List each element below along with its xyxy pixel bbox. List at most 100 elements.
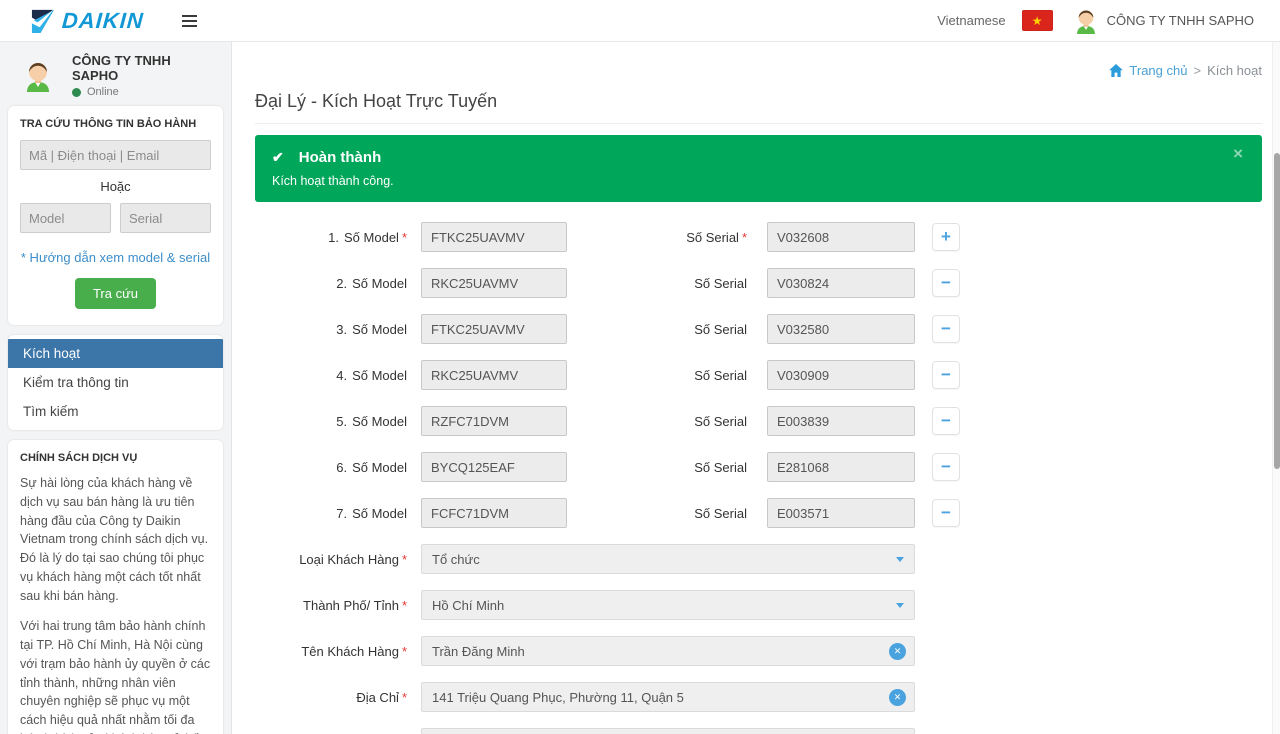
header-user-avatar[interactable]	[1073, 8, 1099, 34]
serial-label-text: Số Serial	[694, 506, 747, 521]
address-input[interactable]: 141 Triệu Quang Phục, Phường 11, Quận 5 …	[421, 682, 915, 712]
model-label: 7.Số Model	[255, 506, 407, 521]
model-label-text: Số Model	[344, 230, 399, 245]
clear-glyph: ✕	[894, 646, 902, 656]
model-serial-row: 5.Số Model Số Serial −	[255, 406, 1262, 436]
minus-icon: −	[941, 503, 951, 522]
city-label: Thành Phố/ Tỉnh*	[255, 598, 407, 613]
serial-input[interactable]	[767, 452, 915, 482]
serial-label: Số Serial	[567, 322, 747, 337]
row-index: 4.	[336, 368, 347, 383]
model-label: 2.Số Model	[255, 276, 407, 291]
success-alert: × ✔ Hoàn thành Kích hoạt thành công.	[255, 135, 1262, 202]
selected-value: Tổ chức	[432, 552, 480, 567]
serial-input[interactable]	[767, 268, 915, 298]
model-serial-guide-link[interactable]: * Hướng dẫn xem model & serial	[20, 250, 211, 265]
brand-text: DAIKIN	[61, 8, 145, 34]
sidebar-menu: Kích hoạt Kiểm tra thông tin Tìm kiếm	[8, 335, 223, 430]
sidebar-item-kiem-tra-thong-tin[interactable]: Kiểm tra thông tin	[8, 368, 223, 397]
model-serial-row: 6.Số Model Số Serial −	[255, 452, 1262, 482]
remove-row-button[interactable]: −	[932, 407, 960, 435]
language-selector[interactable]: Vietnamese	[937, 13, 1005, 28]
serial-input[interactable]	[767, 222, 915, 252]
model-serial-row: 1.Số Model* Số Serial* +	[255, 222, 1262, 252]
serial-label-text: Số Serial	[694, 414, 747, 429]
serial-input[interactable]	[767, 406, 915, 436]
chevron-down-icon	[896, 557, 904, 562]
title-divider	[255, 123, 1262, 124]
serial-label-text: Số Serial	[694, 322, 747, 337]
remove-row-button[interactable]: −	[932, 269, 960, 297]
city-select[interactable]: Hồ Chí Minh	[421, 590, 915, 620]
field-label-text: Tên Khách Hàng	[301, 644, 399, 659]
close-icon[interactable]: ×	[1227, 144, 1249, 163]
serial-input[interactable]	[767, 498, 915, 528]
vietnam-flag-icon[interactable]: ★	[1022, 10, 1053, 31]
required-asterisk: *	[742, 230, 747, 245]
field-label-text: Địa Chỉ	[356, 690, 399, 705]
plus-icon: +	[941, 227, 951, 246]
model-input[interactable]	[421, 452, 567, 482]
check-icon: ✔	[272, 149, 284, 166]
sidebar-user-avatar	[22, 60, 54, 92]
clear-field-icon[interactable]: ✕	[889, 643, 906, 660]
serial-label: Số Serial*	[567, 230, 747, 245]
add-row-button[interactable]: +	[932, 223, 960, 251]
vertical-scrollbar[interactable]	[1272, 42, 1280, 734]
field-value: Trần Đăng Minh	[432, 644, 525, 659]
required-asterisk: *	[402, 230, 407, 245]
serial-label: Số Serial	[567, 506, 747, 521]
row-index: 6.	[336, 460, 347, 475]
model-input[interactable]	[421, 406, 567, 436]
required-asterisk: *	[402, 552, 407, 567]
sidebar-item-tim-kiem[interactable]: Tìm kiếm	[8, 397, 223, 426]
policy-paragraph: Sự hài lòng của khách hàng về dịch vụ sa…	[20, 474, 211, 605]
field-label-text: Loại Khách Hàng	[299, 552, 399, 567]
alert-title: Hoàn thành	[299, 149, 382, 166]
lookup-serial-input[interactable]	[120, 203, 211, 233]
serial-label-text: Số Serial	[694, 368, 747, 383]
row-index: 5.	[336, 414, 347, 429]
daikin-logo[interactable]: DAIKIN	[30, 8, 144, 34]
model-label: 1.Số Model*	[255, 230, 407, 245]
sidebar: CÔNG TY TNHH SAPHO Online TRA CỨU THÔNG …	[0, 42, 232, 734]
serial-label-text: Số Serial	[694, 460, 747, 475]
model-input[interactable]	[421, 268, 567, 298]
model-input[interactable]	[421, 314, 567, 344]
hamburger-menu-icon[interactable]	[178, 11, 201, 31]
remove-row-button[interactable]: −	[932, 453, 960, 481]
customer-name-label: Tên Khách Hàng*	[255, 644, 407, 659]
breadcrumb: Trang chủ > Kích hoạt	[255, 63, 1262, 78]
model-input[interactable]	[421, 360, 567, 390]
lookup-model-input[interactable]	[20, 203, 111, 233]
lookup-search-button[interactable]: Tra cứu	[75, 278, 156, 309]
customer-name-input[interactable]: Trần Đăng Minh ✕	[421, 636, 915, 666]
next-field-input[interactable]	[421, 728, 915, 734]
serial-label-text: Số Serial	[694, 276, 747, 291]
minus-icon: −	[941, 365, 951, 384]
clear-field-icon[interactable]: ✕	[889, 689, 906, 706]
next-field-row-partial	[255, 728, 1262, 734]
breadcrumb-home-link[interactable]: Trang chủ	[1129, 63, 1187, 78]
serial-input[interactable]	[767, 360, 915, 390]
model-label: 6.Số Model	[255, 460, 407, 475]
serial-input[interactable]	[767, 314, 915, 344]
model-label: 4.Số Model	[255, 368, 407, 383]
field-value: 141 Triệu Quang Phục, Phường 11, Quận 5	[432, 690, 684, 705]
header-user-name[interactable]: CÔNG TY TNHH SAPHO	[1107, 13, 1254, 28]
customer-type-select[interactable]: Tổ chức	[421, 544, 915, 574]
lookup-search-input[interactable]	[20, 140, 211, 170]
online-status-icon	[72, 88, 81, 97]
minus-icon: −	[941, 457, 951, 476]
remove-row-button[interactable]: −	[932, 315, 960, 343]
customer-name-row: Tên Khách Hàng* Trần Đăng Minh ✕	[255, 636, 1262, 666]
sidebar-item-kich-hoat[interactable]: Kích hoạt	[8, 339, 223, 368]
sidebar-user-panel: CÔNG TY TNHH SAPHO Online	[8, 47, 223, 106]
remove-row-button[interactable]: −	[932, 499, 960, 527]
scrollbar-thumb[interactable]	[1274, 153, 1280, 469]
model-input[interactable]	[421, 222, 567, 252]
model-input[interactable]	[421, 498, 567, 528]
serial-label: Số Serial	[567, 276, 747, 291]
lookup-card-title: TRA CỨU THÔNG TIN BẢO HÀNH	[20, 118, 211, 130]
remove-row-button[interactable]: −	[932, 361, 960, 389]
